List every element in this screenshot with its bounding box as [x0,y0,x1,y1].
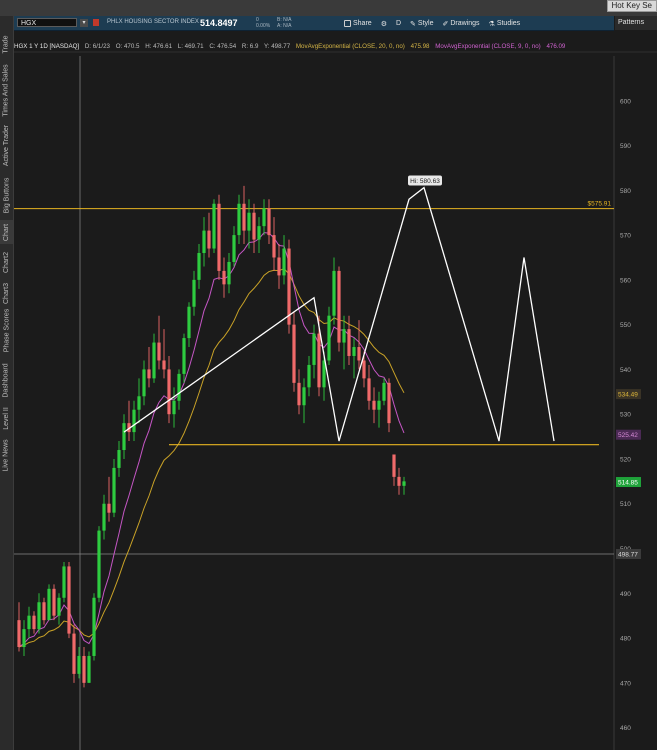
candle-body [147,369,151,379]
candle-body [232,235,236,262]
candle-body [267,208,271,236]
candle-body [27,615,31,630]
candle-body [357,347,361,361]
candle-body [382,382,386,401]
y-tick-label: 520 [620,456,631,463]
candle-body [342,329,346,343]
candle-body [72,633,76,674]
plot-area[interactable] [14,56,614,750]
candle-body [182,338,186,374]
y-tick-label: 560 [620,277,631,284]
price-chart[interactable]: 4604704804905005105205305405505605705805… [0,0,657,750]
candle-body [317,333,321,388]
candle-body [302,387,306,406]
high-marker-label: Hi: 580.63 [410,178,440,185]
candle-body [17,620,21,648]
y-tick-label: 540 [620,367,631,374]
candle-body [42,602,46,621]
candle-body [137,396,141,410]
candle-body [352,347,356,356]
candle-body [142,369,146,397]
candle-body [202,230,206,254]
candle-body [207,230,211,249]
candle-body [227,261,231,285]
candle-body [287,248,291,325]
candle-body [367,378,371,401]
candle-body [37,602,41,630]
candle-body [77,655,81,674]
y-tick-label: 510 [620,501,631,508]
candle-body [262,208,266,227]
candle-body [47,588,51,621]
candle-body [107,503,111,513]
candle-body [117,450,121,468]
candle-body [332,270,336,316]
candle-body [327,315,331,361]
price-tag-label: 498.77 [618,552,638,559]
y-tick-label: 550 [620,322,631,329]
candle-body [222,270,226,285]
candle-body [242,203,246,231]
candle-body [67,566,71,634]
y-tick-label: 600 [620,98,631,105]
candle-body [282,248,286,276]
candle-body [392,454,396,477]
candle-body [162,360,166,370]
y-tick-label: 580 [620,188,631,195]
candle-body [292,324,296,383]
candle-body [277,257,281,276]
candle-body [307,364,311,388]
candle-body [397,476,401,486]
y-tick-label: 480 [620,636,631,643]
candle-body [62,566,66,598]
candle-body [247,212,251,231]
candle-body [32,615,36,630]
candle-body [152,342,156,379]
candle-body [97,530,101,598]
candle-body [167,369,171,415]
candle-body [372,400,376,410]
candle-body [387,382,391,424]
y-tick-label: 490 [620,591,631,598]
candle-body [312,333,316,365]
candle-body [52,588,56,616]
candle-body [192,279,196,307]
candle-body [57,597,61,616]
candle-body [187,306,191,339]
candle-body [172,400,176,415]
candle-body [237,203,241,236]
resistance-label: $575.91 [588,201,612,208]
candle-body [132,409,136,433]
y-tick-label: 570 [620,233,631,240]
candle-body [377,400,381,410]
y-tick-label: 530 [620,412,631,419]
candle-body [157,342,161,361]
candle-body [337,270,341,343]
candle-body [257,226,261,240]
y-tick-label: 590 [620,143,631,150]
candle-body [297,382,301,406]
candle-body [402,481,406,486]
price-tag-label: 534.49 [618,392,638,399]
candle-body [347,329,351,356]
candle-body [112,467,116,513]
candle-body [87,655,91,683]
candle-body [122,423,126,451]
candle-body [362,360,366,379]
candle-body [217,203,221,271]
candle-body [82,655,86,683]
candle-body [272,235,276,258]
candle-body [92,597,96,656]
candle-body [197,253,201,280]
candle-body [177,373,181,401]
price-tag-label: 514.85 [618,480,638,487]
candle-body [212,203,216,249]
price-tag-label: 525.42 [618,432,638,439]
candle-body [102,503,106,531]
y-tick-label: 460 [620,725,631,732]
candle-body [22,629,26,648]
y-tick-label: 470 [620,680,631,687]
candle-body [252,212,256,240]
